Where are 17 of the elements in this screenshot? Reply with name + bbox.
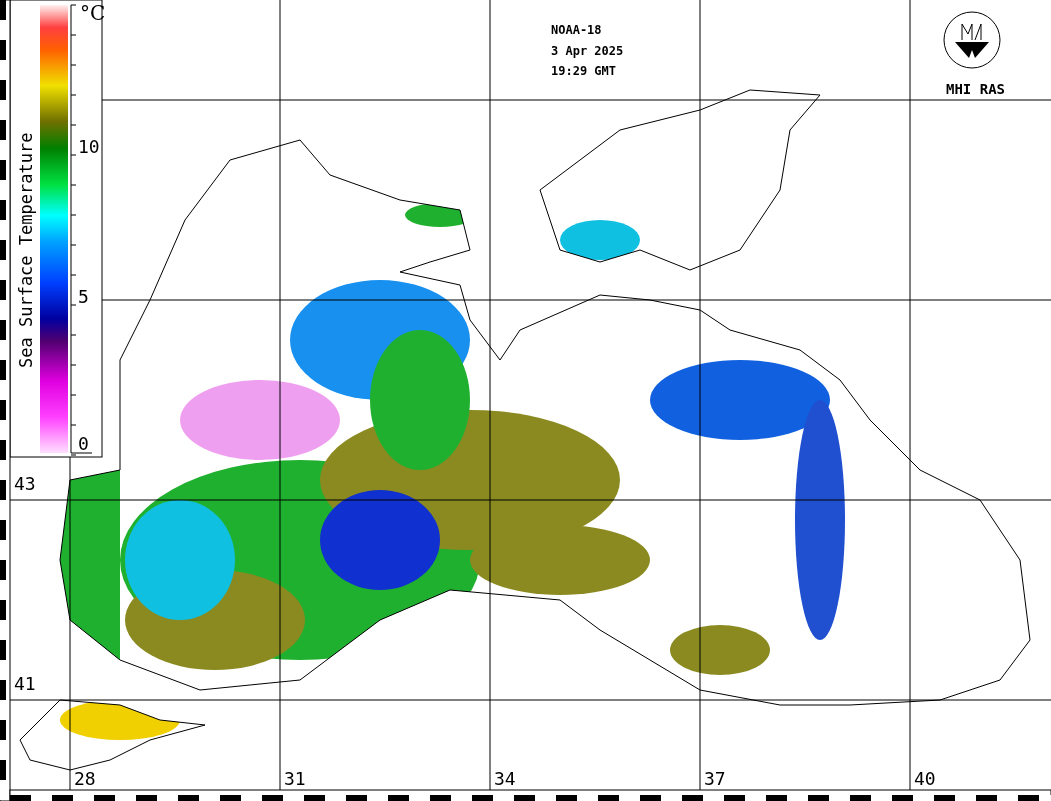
colorbar-title: Sea Surface Temperature <box>16 132 36 368</box>
longitude-label: 37 <box>704 768 726 789</box>
longitude-label: 31 <box>284 768 306 789</box>
tick-label: 5 <box>78 286 89 307</box>
time-label: 19:29 GMT <box>551 64 617 78</box>
latitude-label: 41 <box>14 673 36 694</box>
tick-label: 10 <box>78 136 100 157</box>
longitude-label: 40 <box>914 768 936 789</box>
logo-text: MHI RAS <box>946 81 1005 97</box>
date-label: 3 Apr 2025 <box>551 44 624 58</box>
satellite-name: NOAA-18 <box>551 23 602 37</box>
longitude-label: 28 <box>74 768 96 789</box>
tick-label: 0 <box>78 433 89 454</box>
longitude-label: 34 <box>494 768 516 789</box>
logo-icon <box>943 11 1001 69</box>
latitude-label: 43 <box>14 473 36 494</box>
unit-label: °C <box>80 1 106 25</box>
